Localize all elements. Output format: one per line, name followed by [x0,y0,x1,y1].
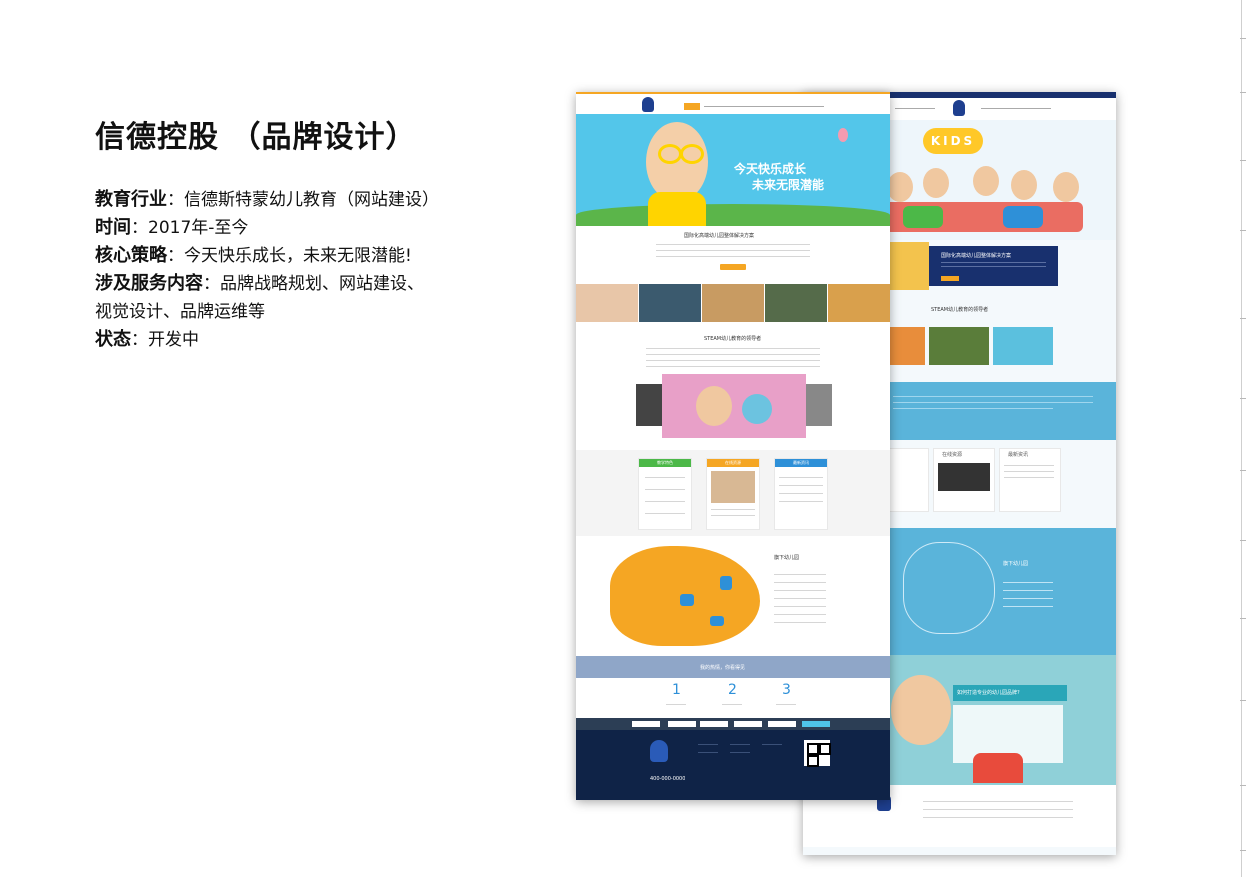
detail-row: 教育行业：信德斯特蒙幼儿教育（网站建设） [95,189,439,210]
kindergarten-list-title: 旗下幼儿园 [774,555,800,561]
banner-title: 如何打造专业的幼儿园品牌? [953,685,1067,701]
footer-phone: 400-000-0000 [650,776,686,782]
map-section: 旗下幼儿园 [576,536,890,656]
tab-latest-news[interactable]: 最新资讯 [775,459,827,467]
hero-slogan-line1: 今天快乐成长 [734,162,807,176]
edge-tick [1240,540,1246,541]
edge-tick [1240,230,1246,231]
detail-row: 状态：开发中 [95,329,199,350]
school-crest-icon [953,100,965,116]
hero-banner: 今天快乐成长 未来无限潜能 [576,114,890,226]
tab-teaching-features[interactable]: 教学特色 [639,459,691,467]
read-more-button[interactable] [941,276,959,281]
detail-value: 品牌战略规划、网站建设、 [220,274,424,294]
project-intro: 信德控股 （品牌设计） 教育行业：信德斯特蒙幼儿教育（网站建设） 时间：2017… [95,112,495,354]
solution-title: 国际化高端幼儿园整体解决方案 [684,233,755,239]
step-number: 3 [782,682,791,698]
detail-value: 视觉设计、品牌运维等 [95,302,265,322]
edge-tick [1240,618,1246,619]
steam-title: STEAM幼儿教育的领导者 [704,336,762,342]
step-number: 1 [672,682,681,698]
website-mockup-primary: 今天快乐成长 未来无限潜能 国际化高端幼儿园整体解决方案 STEAM幼儿教育的领… [576,92,890,800]
detail-value: 信德斯特蒙幼儿教育（网站建设） [184,190,439,210]
tab-latest-news[interactable]: 最新资讯 [1008,451,1028,458]
edge-tick [1240,92,1246,93]
project-title: 信德控股 （品牌设计） [95,120,417,155]
nav-home[interactable] [684,103,700,110]
edge-tick [1240,850,1246,851]
kindergarten-list-title: 旗下幼儿园 [1003,561,1029,567]
edge-tick [1240,38,1246,39]
join-band: 我的热情，你看得见 [576,656,890,678]
detail-value: 今天快乐成长，未来无限潜能! [184,246,412,266]
detail-label: 涉及服务内容 [95,273,203,294]
hero-slogan-line2: 未来无限潜能 [752,178,825,192]
edge-tick [1240,398,1246,399]
inquiry-bar[interactable] [576,718,890,730]
edge-tick [1240,700,1246,701]
balloon-icon [838,128,848,142]
page-edge-rule [1241,0,1246,877]
nav-bar[interactable] [576,92,890,116]
detail-row: 核心策略：今天快乐成长，未来无限潜能! [95,245,412,266]
school-crest-icon [642,97,654,112]
edge-tick [1240,318,1246,319]
detail-value: 2017年-至今 [148,218,249,238]
detail-label: 状态 [95,329,131,350]
edge-tick [1240,470,1246,471]
detail-value: 开发中 [148,330,199,350]
tab-online-resources[interactable]: 在线资源 [942,451,962,458]
footer: 400-000-0000 [576,730,890,800]
detail-label: 核心策略 [95,245,167,266]
join-text: 我的热情，你看得见 [700,665,746,671]
submit-button[interactable] [802,721,830,727]
photo-strip [576,284,890,322]
steam-title: STEAM幼儿教育的领导者 [931,307,989,313]
qr-code-icon [804,740,831,767]
steps-section: 1 2 3 [576,678,890,718]
detail-label: 教育行业 [95,189,167,210]
solution-title: 国际化高端幼儿园整体解决方案 [941,253,1012,259]
edge-tick [1240,160,1246,161]
tab-online-resources[interactable]: 在线资源 [707,459,759,467]
detail-row: 涉及服务内容：品牌战略规划、网站建设、 [95,273,424,294]
kids-cloud-label: KIDS [923,128,983,154]
detail-row: 视觉设计、品牌运维等 [95,298,495,326]
detail-label: 时间 [95,217,131,238]
detail-row: 时间：2017年-至今 [95,217,249,238]
school-crest-icon [650,740,668,762]
steam-feature-image [662,374,806,438]
learn-more-button[interactable] [720,264,746,270]
step-number: 2 [728,682,737,698]
edge-tick [1240,785,1246,786]
tabs-section: 教学特色 在线资源 最新资讯 [576,450,890,536]
china-map [610,546,760,646]
